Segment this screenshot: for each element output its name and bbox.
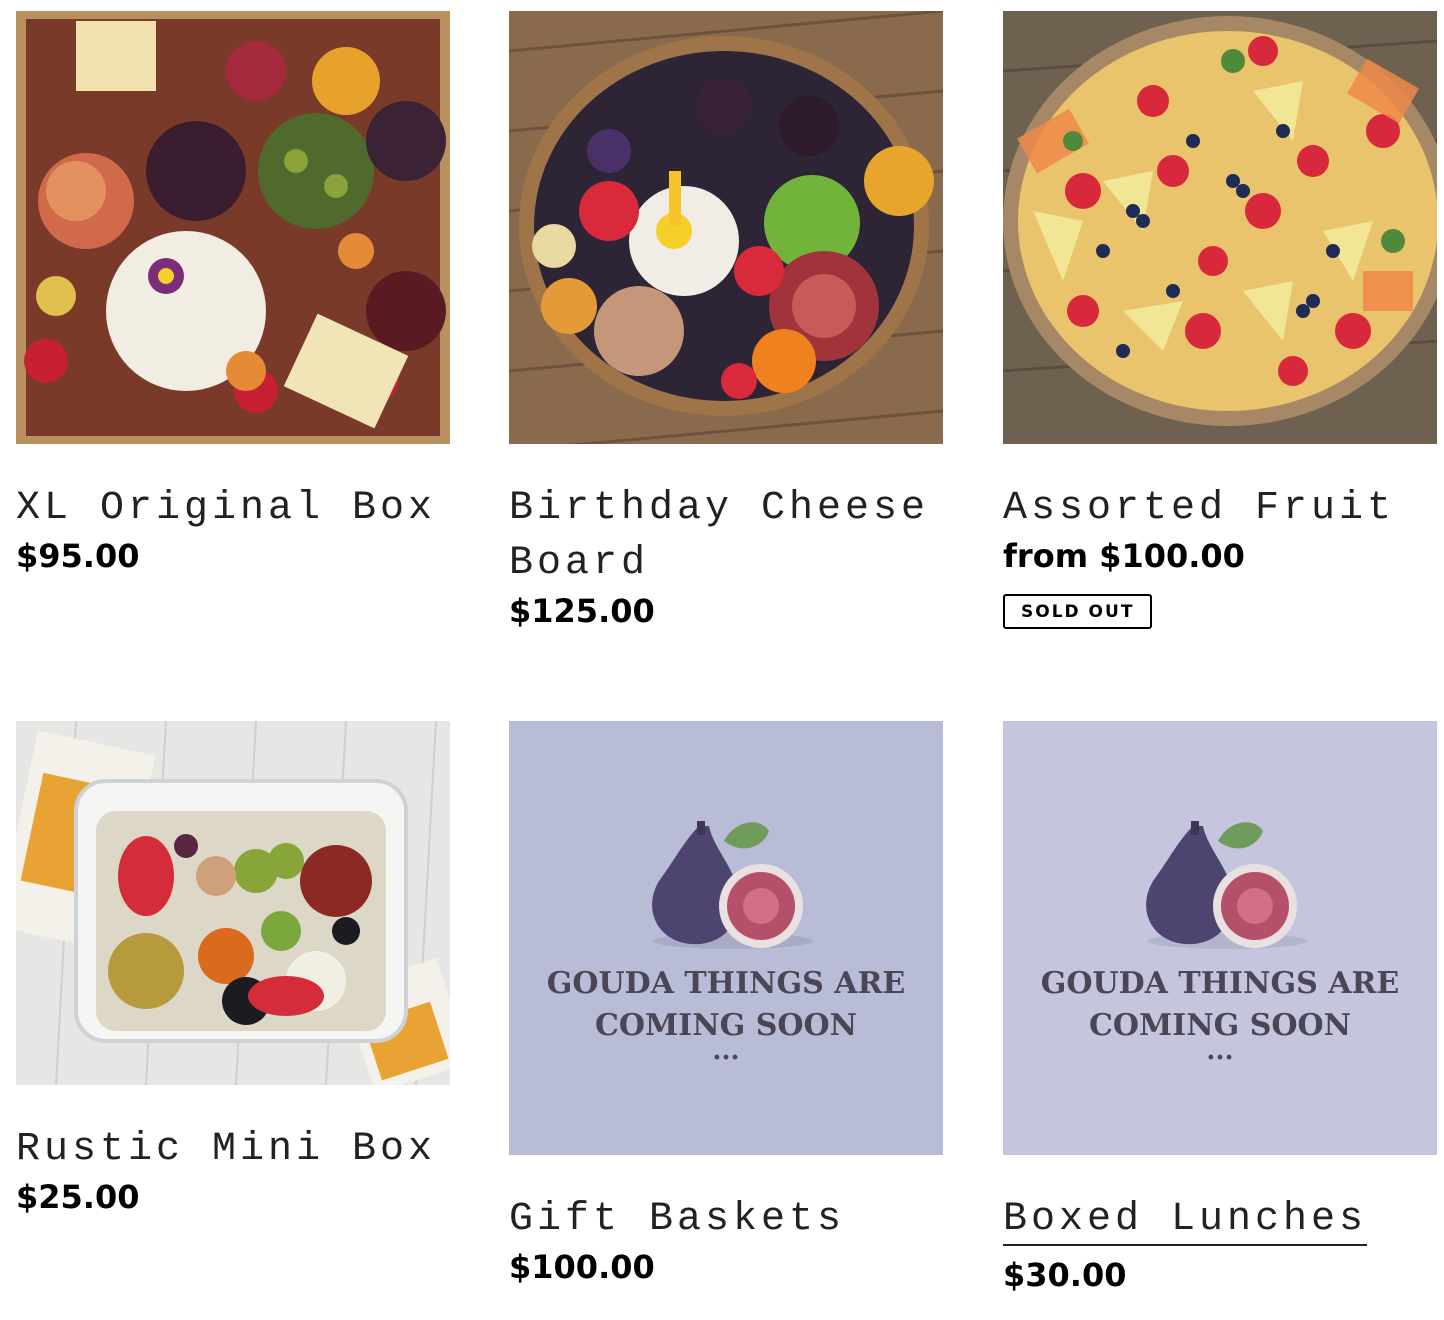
- placeholder-dots: ...: [712, 1036, 739, 1066]
- placeholder-line-1: GOUDA THINGS ARE: [1041, 966, 1400, 1001]
- product-image-gift-baskets[interactable]: GOUDA THINGS ARE COMING SOON ...: [509, 721, 943, 1155]
- product-title[interactable]: Gift Baskets: [509, 1192, 943, 1247]
- product-card-xl-original-box[interactable]: XL Original Box $95.00: [16, 11, 450, 576]
- product-card-assorted-fruit[interactable]: Assorted Fruit from $100.00 SOLD OUT: [1003, 11, 1437, 629]
- product-title[interactable]: Birthday Cheese Board: [509, 481, 943, 591]
- product-price: $125.00: [509, 592, 655, 630]
- product-price: $100.00: [509, 1248, 655, 1286]
- product-title[interactable]: Rustic Mini Box: [16, 1122, 450, 1177]
- product-image-boxed-lunches[interactable]: GOUDA THINGS ARE COMING SOON ...: [1003, 721, 1437, 1155]
- product-price: $30.00: [1003, 1256, 1127, 1294]
- product-title-hovered[interactable]: Boxed Lunches: [1003, 1192, 1437, 1247]
- product-price: $25.00: [16, 1178, 140, 1216]
- product-image-assorted-fruit[interactable]: [1003, 11, 1437, 444]
- product-image-rustic-mini-box[interactable]: [16, 721, 450, 1085]
- product-image-xl-original-box[interactable]: [16, 11, 450, 444]
- product-card-gift-baskets[interactable]: GOUDA THINGS ARE COMING SOON ... Gift Ba…: [509, 721, 943, 1287]
- sold-out-badge: SOLD OUT: [1003, 594, 1153, 629]
- product-price: $95.00: [16, 537, 140, 575]
- product-image-birthday-cheese-board[interactable]: [509, 11, 943, 444]
- product-title[interactable]: XL Original Box: [16, 481, 450, 536]
- product-card-birthday-cheese-board[interactable]: Birthday Cheese Board $125.00: [509, 11, 943, 631]
- product-card-boxed-lunches[interactable]: GOUDA THINGS ARE COMING SOON ... Boxed L…: [1003, 721, 1437, 1295]
- product-title[interactable]: Boxed Lunches: [1003, 1197, 1368, 1246]
- product-price: from $100.00: [1003, 537, 1245, 575]
- placeholder-line-1: GOUDA THINGS ARE: [547, 966, 906, 1001]
- product-grid: XL Original Box $95.00 Birthday Cheese B…: [0, 0, 1444, 1320]
- product-title[interactable]: Assorted Fruit: [1003, 481, 1437, 536]
- placeholder-dots: ...: [1206, 1036, 1233, 1066]
- product-card-rustic-mini-box[interactable]: Rustic Mini Box $25.00: [16, 721, 450, 1217]
